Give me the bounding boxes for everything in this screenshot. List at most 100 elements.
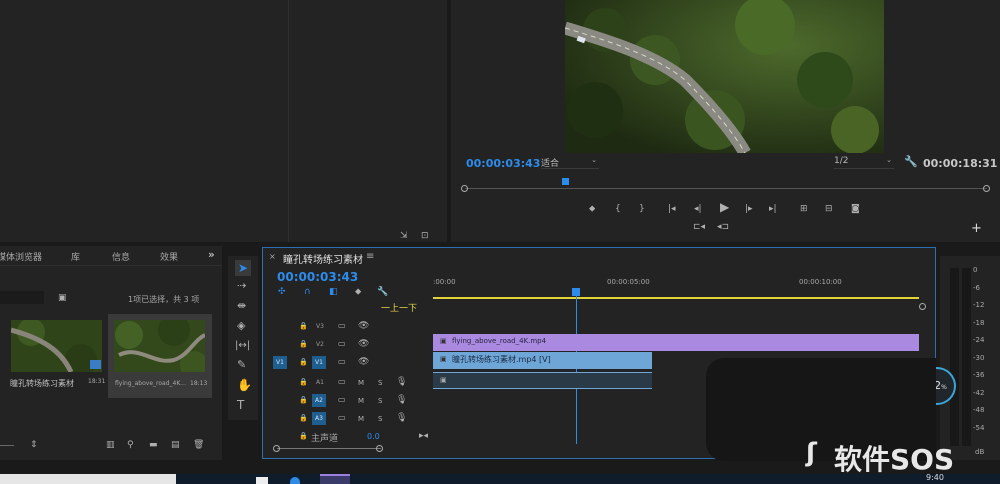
fit-dropdown[interactable]: 适合 ⌄ <box>541 156 599 169</box>
timeline-h-scrollbar[interactable] <box>273 444 383 452</box>
camera-icon[interactable]: ◙ <box>851 204 860 214</box>
track-label-v2[interactable]: V2 <box>316 341 324 348</box>
lock-icon[interactable]: 🔒 <box>299 431 308 441</box>
step-back-icon[interactable]: ◂| <box>694 204 702 214</box>
eye-icon[interactable]: 👁 <box>358 357 369 367</box>
add-marker-icon[interactable]: ⬥ <box>355 287 361 297</box>
work-area-bar[interactable] <box>433 297 919 299</box>
pen-tool-icon[interactable]: ✎ <box>237 359 246 370</box>
overwrite-icon[interactable]: ◂⊐ <box>717 222 729 232</box>
wrench-icon[interactable]: 🔧 <box>377 287 388 297</box>
tab-libraries[interactable]: 库 <box>71 250 80 263</box>
snap-icon[interactable]: ∩ <box>304 287 311 297</box>
sync-lock-icon[interactable]: ▭ <box>338 357 346 367</box>
track-label-a1[interactable]: A1 <box>316 379 324 386</box>
track-label-v3[interactable]: V3 <box>316 323 324 330</box>
taskbar-premiere-icon[interactable] <box>320 474 350 484</box>
microphone-icon[interactable]: 🎙 <box>396 413 407 423</box>
scrubber-end-handle[interactable] <box>983 185 990 192</box>
lock-icon[interactable]: 🔒 <box>299 413 308 423</box>
scrollbar-left-handle[interactable] <box>273 445 280 452</box>
sync-lock-icon[interactable]: ▭ <box>338 321 346 331</box>
microphone-icon[interactable]: 🎙 <box>396 395 407 405</box>
taskbar-browser-icon[interactable] <box>290 477 300 484</box>
clip-v1[interactable]: ▣ 瞳孔转场练习素材.mp4 [V] <box>433 352 652 369</box>
track-label-a2[interactable]: A2 <box>312 394 326 407</box>
go-to-out-icon[interactable]: ▸| <box>769 204 777 214</box>
panel-overflow-icon[interactable]: » <box>208 248 215 261</box>
master-volume[interactable]: 0.0 <box>367 432 380 441</box>
scrubber-start-handle[interactable] <box>461 185 468 192</box>
zoom-slider-track[interactable] <box>0 445 14 446</box>
solo-button[interactable]: S <box>378 414 382 424</box>
go-to-end-icon[interactable]: ▸◂ <box>419 431 428 441</box>
sync-lock-icon[interactable]: ▭ <box>338 377 346 387</box>
lock-icon[interactable]: 🔒 <box>299 339 308 349</box>
project-item-selected[interactable]: flying_above_road_4K... 18:13 <box>108 314 212 398</box>
new-item-icon[interactable]: ▤ <box>171 440 180 450</box>
add-marker-icon[interactable]: ⬥ <box>589 204 595 214</box>
project-search-input[interactable] <box>0 291 44 304</box>
nest-icon[interactable]: ✣ <box>278 287 286 297</box>
mark-in-icon[interactable]: { <box>615 204 621 214</box>
program-timecode[interactable]: 00:00:03:43 <box>466 157 540 170</box>
clip-v2[interactable]: ▣ flying_above_road_4K.mp4 <box>433 334 919 351</box>
tab-media-browser[interactable]: 媒体浏览器 <box>0 250 42 263</box>
trash-icon[interactable]: 🗑 <box>193 440 204 450</box>
go-to-in-icon[interactable]: |◂ <box>668 204 676 214</box>
slip-tool-icon[interactable]: |↔| <box>235 341 250 351</box>
source-patch-v1[interactable]: V1 <box>273 356 287 369</box>
find-icon[interactable]: ⚲ <box>127 440 134 450</box>
hand-tool-icon[interactable]: ✋ <box>237 379 252 391</box>
resolution-dropdown[interactable]: 1/2 ⌄ <box>834 156 894 169</box>
export-frame-icon[interactable]: ⇲ <box>400 231 408 241</box>
track-label-a3[interactable]: A3 <box>312 412 326 425</box>
type-tool-icon[interactable]: T <box>237 399 244 411</box>
lock-icon[interactable]: 🔒 <box>299 321 308 331</box>
lift-icon[interactable]: ⊞ <box>800 204 808 214</box>
lock-icon[interactable]: 🔒 <box>299 377 308 387</box>
microphone-icon[interactable]: 🎙 <box>396 377 407 387</box>
mark-out-icon[interactable]: } <box>639 204 645 214</box>
sort-icon[interactable]: ⇕ <box>30 440 38 450</box>
automate-to-sequence-icon[interactable]: ▥ <box>106 440 115 450</box>
program-scrubber[interactable] <box>461 178 991 194</box>
ripple-edit-tool-icon[interactable]: ⇼ <box>237 300 246 311</box>
step-forward-icon[interactable]: |▸ <box>745 204 753 214</box>
eye-icon[interactable]: 👁 <box>358 339 369 349</box>
razor-tool-icon[interactable]: ◈ <box>237 320 245 331</box>
tab-info[interactable]: 信息 <box>112 250 130 263</box>
panel-menu-icon[interactable]: ≡ <box>366 251 374 262</box>
timeline-timecode[interactable]: 00:00:03:43 <box>277 270 358 284</box>
sync-lock-icon[interactable]: ▭ <box>338 395 346 405</box>
wrench-icon[interactable]: 🔧 <box>904 156 918 167</box>
tab-effects[interactable]: 效果 <box>160 250 178 263</box>
eye-icon[interactable]: 👁 <box>358 321 369 331</box>
mute-button[interactable]: M <box>358 378 364 388</box>
lock-icon[interactable]: 🔒 <box>299 357 308 367</box>
sync-lock-icon[interactable]: ▭ <box>338 413 346 423</box>
insert-icon[interactable]: ⊡ <box>421 231 429 241</box>
time-ruler[interactable]: :00:00 00:00:05:00 00:00:10:00 <box>433 272 921 300</box>
linked-selection-icon[interactable]: ◧ <box>329 287 338 297</box>
track-label-v1[interactable]: V1 <box>312 356 326 369</box>
taskbar-app-icon[interactable] <box>256 477 268 484</box>
scrollbar-right-handle[interactable] <box>376 445 383 452</box>
extract-icon[interactable]: ⊟ <box>825 204 833 214</box>
mute-button[interactable]: M <box>358 396 364 406</box>
project-item[interactable]: 瞳孔转场练习素材 18:31 <box>6 314 106 398</box>
selection-tool-icon[interactable]: ➤ <box>235 260 251 276</box>
new-bin-from-search-icon[interactable]: ▣ <box>58 293 67 303</box>
scrubber-playhead[interactable] <box>562 178 569 185</box>
solo-button[interactable]: S <box>378 396 382 406</box>
insert-icon[interactable]: ⊏◂ <box>693 222 705 232</box>
close-tab-icon[interactable]: × <box>269 252 276 261</box>
sequence-tab[interactable]: 瞳孔转场练习素材 <box>283 251 363 266</box>
play-icon[interactable]: ▶ <box>720 201 729 213</box>
timeline-playhead-handle[interactable] <box>572 288 580 296</box>
sync-lock-icon[interactable]: ▭ <box>338 339 346 349</box>
new-bin-icon[interactable]: ▬ <box>149 440 158 450</box>
mute-button[interactable]: M <box>358 414 364 424</box>
lock-icon[interactable]: 🔒 <box>299 395 308 405</box>
solo-button[interactable]: S <box>378 378 382 388</box>
